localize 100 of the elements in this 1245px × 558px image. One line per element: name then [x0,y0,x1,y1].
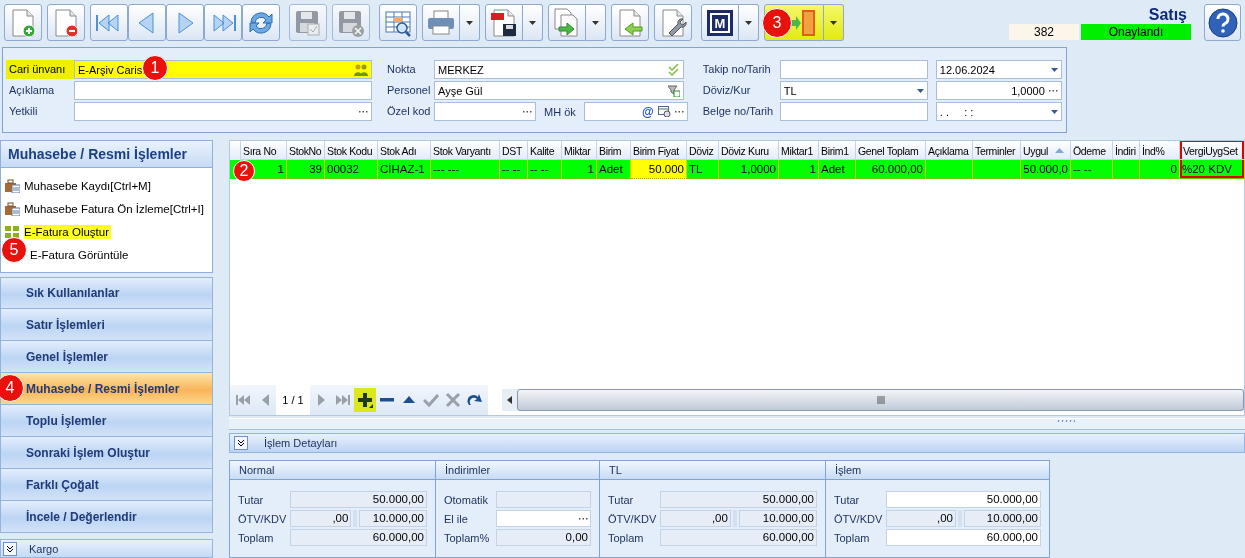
group-button[interactable]: İncele / Değerlendir [0,501,213,534]
input-field[interactable] [434,102,536,121]
table-cell: Adet [597,160,631,179]
field-label: Açıklama [8,83,56,98]
table-search-button[interactable] [379,4,417,41]
group-button[interactable]: Toplu İşlemler [0,405,213,438]
document-wrench-button[interactable] [654,4,692,41]
table-cell: 50.000 [631,160,687,179]
documents-arrow-button[interactable] [548,4,586,41]
amount-field[interactable] [496,491,591,508]
group-button[interactable]: Sonraki İşlem Oluştur [0,437,213,470]
first-record-button[interactable] [90,4,128,41]
group-button[interactable]: Farklı Çoğalt [0,469,213,502]
amount-field[interactable]: 60.000,00 [886,529,1041,546]
printer-button[interactable] [422,4,460,41]
previous-button[interactable] [128,4,166,41]
input-field[interactable]: MERKEZ [434,60,684,79]
column-header[interactable]: Kalite [528,141,562,160]
refresh-button[interactable] [242,4,280,41]
column-header[interactable]: Sıra No [241,141,287,160]
column-header[interactable]: Miktar [562,141,597,160]
input-field[interactable]: . . : : [935,102,1062,121]
panel-title: Normal [230,461,435,480]
amount-field[interactable]: 10.000,00 [738,510,817,527]
amount-field[interactable]: 50.000,00 [886,491,1041,508]
last-record-button[interactable] [204,4,242,41]
dropdown-button[interactable] [586,4,606,41]
field-label: Özel kod [386,104,432,119]
input-field[interactable] [779,60,928,79]
next-button[interactable] [166,4,204,41]
column-header[interactable]: Stok Kodu [325,141,378,160]
card-icon [657,106,671,117]
table-cell: %20 KDV [1180,160,1245,179]
input-field[interactable]: @ [583,102,688,121]
column-header[interactable]: Birim Fiyat [631,141,687,160]
column-header[interactable]: Açıklama [926,141,973,160]
column-header[interactable]: Birim1 [819,141,856,160]
dropdown-button[interactable] [824,4,844,41]
column-header[interactable]: Ödeme [1071,141,1113,160]
group-button[interactable]: Genel İşlemler [0,341,213,374]
expand-button[interactable] [3,541,17,556]
dropdown-button[interactable] [739,4,759,41]
amount-field[interactable] [496,510,591,527]
help-button[interactable] [1204,4,1241,41]
table-cell: 39 [287,160,325,179]
splitter[interactable] [229,418,1245,430]
document-arrow-button[interactable] [611,4,649,41]
door-arrow-button[interactable]: 3 [764,4,824,41]
amount-field[interactable]: 50.000,00 [290,491,427,508]
amount-field[interactable]: ,00 [886,510,956,527]
column-header[interactable]: Döviz Kuru [719,141,779,160]
amount-field[interactable]: 60.000,00 [290,529,427,546]
pdf-save-button[interactable] [485,4,523,41]
group-button[interactable]: Satır İşlemleri [0,309,213,342]
table-cell: 60.000,00 [856,160,926,179]
document-plus-button[interactable] [4,4,42,41]
action-item[interactable]: Muhasebe Kaydı[Ctrl+M] [4,176,153,195]
field-label: ÖTV/KDV [238,512,288,525]
column-header[interactable]: Terminler [973,141,1021,160]
amount-field[interactable]: 50.000,00 [660,491,817,508]
column-header[interactable]: StokNo [287,141,325,160]
input-field[interactable]: 1,0000 [935,81,1062,100]
input-field[interactable]: 12.06.2024 [935,60,1062,79]
amount-field[interactable]: 0,00 [496,529,591,546]
panel-title: TL [600,461,825,480]
column-header[interactable]: Stok Varyantı [431,141,500,160]
input-field[interactable] [74,81,372,100]
filter-icon [668,84,680,97]
table-cell: -- -- [500,160,528,179]
column-header[interactable]: DST [500,141,528,160]
amount-field[interactable]: 10.000,00 [963,510,1041,527]
action-item[interactable]: Muhasebe Fatura Ön İzleme[Ctrl+I] [4,199,206,218]
group-button[interactable]: Sık Kullanılanlar [0,277,213,310]
column-header[interactable]: İnd% [1140,141,1180,160]
amount-field[interactable]: 60.000,00 [660,529,817,546]
column-header[interactable]: İndiri [1113,141,1140,160]
column-header[interactable]: VergiUygSet [1180,141,1245,160]
amount-field[interactable]: 10.000,00 [359,510,427,527]
expand-button[interactable] [234,436,248,450]
table-cell: --- --- [431,160,500,179]
input-field[interactable]: TL [779,81,928,100]
input-field[interactable] [779,102,928,121]
input-field[interactable] [74,102,372,121]
amount-field[interactable]: ,00 [290,510,352,527]
dropdown-button[interactable] [523,4,543,41]
action-item[interactable]: E-Fatura Görüntüle [30,245,131,264]
column-header[interactable]: Birim [597,141,631,160]
document-minus-button[interactable] [47,4,85,41]
field-label: Tutar [834,493,861,506]
dropdown-button[interactable] [460,4,480,41]
navigator-button[interactable] [354,388,376,412]
column-header[interactable]: Stok Adı [378,141,431,160]
table-cell: CİHAZ-1 [378,160,431,179]
input-field[interactable]: Ayşe Gül [434,81,684,100]
column-header[interactable]: Miktar1 [779,141,819,160]
amount-field[interactable]: ,00 [660,510,731,527]
column-header[interactable]: Döviz [687,141,719,160]
column-header[interactable]: Uygul [1021,141,1071,160]
column-header[interactable]: Genel Toplam [856,141,926,160]
grid-icon [4,224,20,239]
